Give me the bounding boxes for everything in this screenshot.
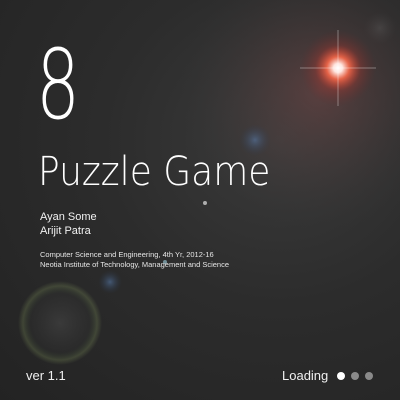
affiliation: Computer Science and Engineering, 4th Yr… — [40, 250, 229, 270]
institute-line: Neotia Institute of Technology, Manageme… — [40, 260, 230, 269]
splash-screen: 8 Puzzle Game Ayan Some Arijit Patra Com… — [0, 0, 400, 400]
loading-dot-icon — [337, 372, 346, 380]
version-label: ver 1.1 — [26, 368, 66, 383]
loading-label: Loading — [282, 368, 329, 383]
loading-dot-icon — [365, 372, 374, 380]
game-number: 8 — [36, 29, 80, 141]
authors-list: Ayan Some Arijit Patra — [40, 210, 97, 238]
game-title: Puzzle Game — [38, 149, 271, 195]
loading-dot-icon — [351, 372, 360, 380]
author-name: Ayan Some — [40, 211, 97, 223]
author-name: Arijit Patra — [40, 225, 91, 237]
loading-indicator: Loading — [282, 368, 376, 384]
department-line: Computer Science and Engineering, 4th Yr… — [40, 250, 214, 259]
